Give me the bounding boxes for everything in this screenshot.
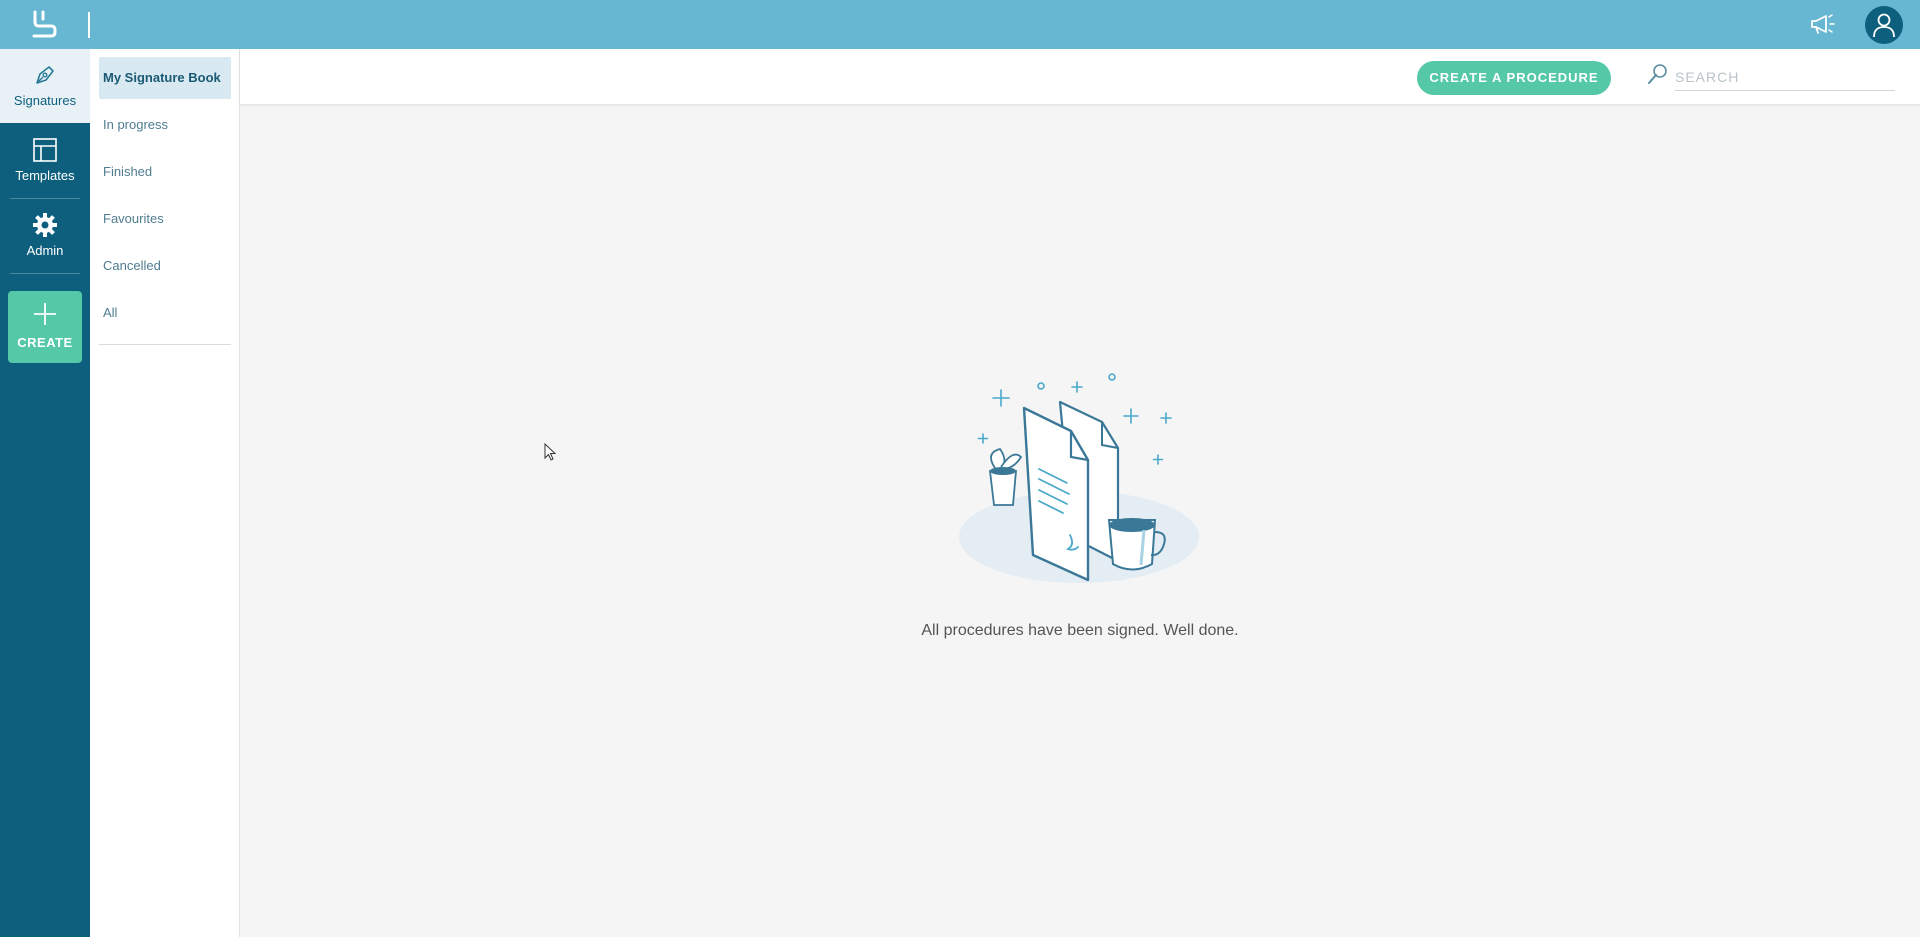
create-button[interactable]: CREATE bbox=[8, 291, 82, 363]
create-button-label: CREATE bbox=[17, 335, 73, 350]
primary-nav-rail: Signatures Templates Admin CREATE bbox=[0, 49, 90, 937]
nav-admin[interactable]: Admin bbox=[0, 199, 90, 273]
subnav-item-finished[interactable]: Finished bbox=[99, 151, 231, 193]
brand-logo-icon[interactable] bbox=[30, 9, 60, 39]
search-input[interactable] bbox=[1675, 63, 1895, 91]
rail-divider bbox=[10, 273, 80, 274]
search-icon[interactable] bbox=[1647, 63, 1669, 85]
empty-state-message: All procedures have been signed. Well do… bbox=[921, 622, 1239, 639]
pen-nib-icon bbox=[36, 66, 54, 84]
layout-icon bbox=[33, 138, 57, 162]
nav-admin-label: Admin bbox=[26, 243, 64, 258]
subnav-item-favourites[interactable]: Favourites bbox=[99, 198, 231, 240]
logo-divider bbox=[88, 12, 90, 38]
subnav-item-cancelled[interactable]: Cancelled bbox=[99, 245, 231, 287]
plus-icon bbox=[34, 303, 56, 325]
create-procedure-button[interactable]: CREATE A PROCEDURE bbox=[1417, 61, 1611, 95]
nav-signatures-label: Signatures bbox=[13, 93, 77, 108]
nav-templates[interactable]: Templates bbox=[0, 124, 90, 198]
documents-with-coffee-illustration bbox=[959, 373, 1199, 583]
top-bar bbox=[0, 0, 1920, 49]
subnav-divider bbox=[99, 344, 231, 345]
subnav-item-my-signature-book[interactable]: My Signature Book bbox=[99, 57, 231, 99]
user-icon bbox=[1873, 13, 1895, 38]
subnav-item-in-progress[interactable]: In progress bbox=[99, 104, 231, 146]
user-avatar[interactable] bbox=[1865, 6, 1903, 44]
content-header: CREATE A PROCEDURE bbox=[240, 49, 1920, 105]
secondary-sidebar: My Signature Book In progress Finished F… bbox=[90, 49, 240, 937]
megaphone-icon[interactable] bbox=[1808, 11, 1836, 37]
gear-icon bbox=[33, 213, 57, 237]
nav-signatures[interactable]: Signatures bbox=[0, 49, 90, 123]
nav-templates-label: Templates bbox=[15, 168, 75, 183]
mouse-cursor-icon bbox=[544, 443, 557, 461]
subnav-item-all[interactable]: All bbox=[99, 292, 231, 334]
